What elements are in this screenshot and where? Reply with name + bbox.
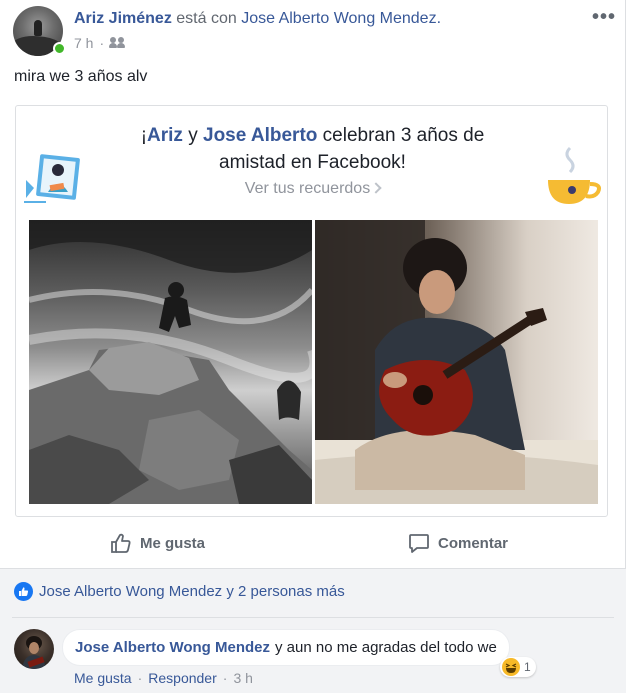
memory-line1-rest: celebran 3 años de	[317, 125, 485, 146]
chevron-right-icon	[370, 182, 382, 194]
ellipsis-icon[interactable]: •••	[592, 7, 616, 27]
like-reaction-icon	[14, 582, 33, 601]
memory-name-ariz-link[interactable]: Ariz	[147, 125, 183, 146]
friends-icon[interactable]	[109, 37, 126, 49]
with-text: está con	[176, 10, 237, 27]
dot-separator: ·	[99, 35, 105, 51]
avatar-figure-shape	[34, 20, 42, 36]
teacup-illustration-icon	[548, 146, 601, 204]
tagged-friend-link[interactable]: Jose Alberto Wong Mendez.	[241, 10, 441, 27]
memory-headline-line-2: amistad en Facebook!	[219, 152, 406, 173]
rocks-scene-graphic	[29, 220, 312, 504]
feed-post: Ariz Jiménez está con Jose Alberto Wong …	[0, 0, 626, 693]
comment-actions: Me gusta · Responder · 3 h	[74, 670, 253, 686]
comment-button-label: Comentar	[438, 534, 509, 552]
comment-reaction-count: 1	[524, 660, 531, 674]
comment-button[interactable]: Comentar	[408, 527, 508, 559]
reactions-summary-text: Jose Alberto Wong Mendez y 2 personas má…	[39, 583, 345, 600]
memory-headline: ¡Ariz y Jose Alberto celebran 3 años de …	[16, 122, 609, 176]
comment-reaction-badge[interactable]: 1	[500, 657, 536, 677]
comment-reply-link[interactable]: Responder	[148, 670, 217, 686]
haha-reaction-icon	[502, 658, 520, 676]
guitar-scene-graphic	[315, 220, 598, 504]
comment-text: y aun no me agradas del todo we	[275, 639, 497, 656]
friendship-memory-card[interactable]: ¡Ariz y Jose Alberto celebran 3 años de …	[15, 105, 608, 517]
post-timestamp[interactable]: 7 h	[74, 35, 93, 51]
photo-guitar-player[interactable]	[315, 220, 598, 504]
post-header-line: Ariz Jiménez está con Jose Alberto Wong …	[74, 10, 441, 28]
dot-separator: ·	[222, 670, 228, 686]
memory-headline-line-1: ¡Ariz y Jose Alberto celebran 3 años de	[16, 122, 609, 149]
like-button[interactable]: Me gusta	[110, 527, 205, 559]
see-memories-link[interactable]: Ver tus recuerdos	[16, 180, 609, 198]
comment-bubble: Jose Alberto Wong Mendez y aun no me agr…	[62, 629, 510, 666]
see-memories-label: Ver tus recuerdos	[244, 180, 371, 197]
commenter-avatar[interactable]	[14, 629, 54, 669]
memory-and-text: y	[182, 125, 203, 146]
memory-name-jose-link[interactable]: Jose Alberto	[203, 125, 317, 146]
comment-author-link[interactable]: Jose Alberto Wong Mendez	[75, 639, 270, 656]
post-text: mira we 3 años alv	[14, 68, 148, 85]
photo-rocks-black-white[interactable]	[29, 220, 312, 504]
online-status-dot	[53, 42, 66, 55]
post-meta: 7 h ·	[74, 35, 126, 51]
comment-bubble-icon	[409, 534, 429, 553]
post-footer: Jose Alberto Wong Mendez y 2 personas má…	[0, 569, 626, 693]
post-actions-bar: Me gusta Comentar	[0, 527, 626, 559]
comment-like-link[interactable]: Me gusta	[74, 670, 132, 686]
dot-separator: ·	[137, 670, 143, 686]
comments-divider	[12, 617, 614, 618]
like-button-label: Me gusta	[140, 534, 206, 552]
thumbs-up-icon	[111, 533, 131, 553]
comment-timestamp[interactable]: 3 h	[233, 670, 252, 686]
reactions-summary[interactable]: Jose Alberto Wong Mendez y 2 personas má…	[14, 582, 345, 601]
author-name-link[interactable]: Ariz Jiménez	[74, 10, 172, 27]
